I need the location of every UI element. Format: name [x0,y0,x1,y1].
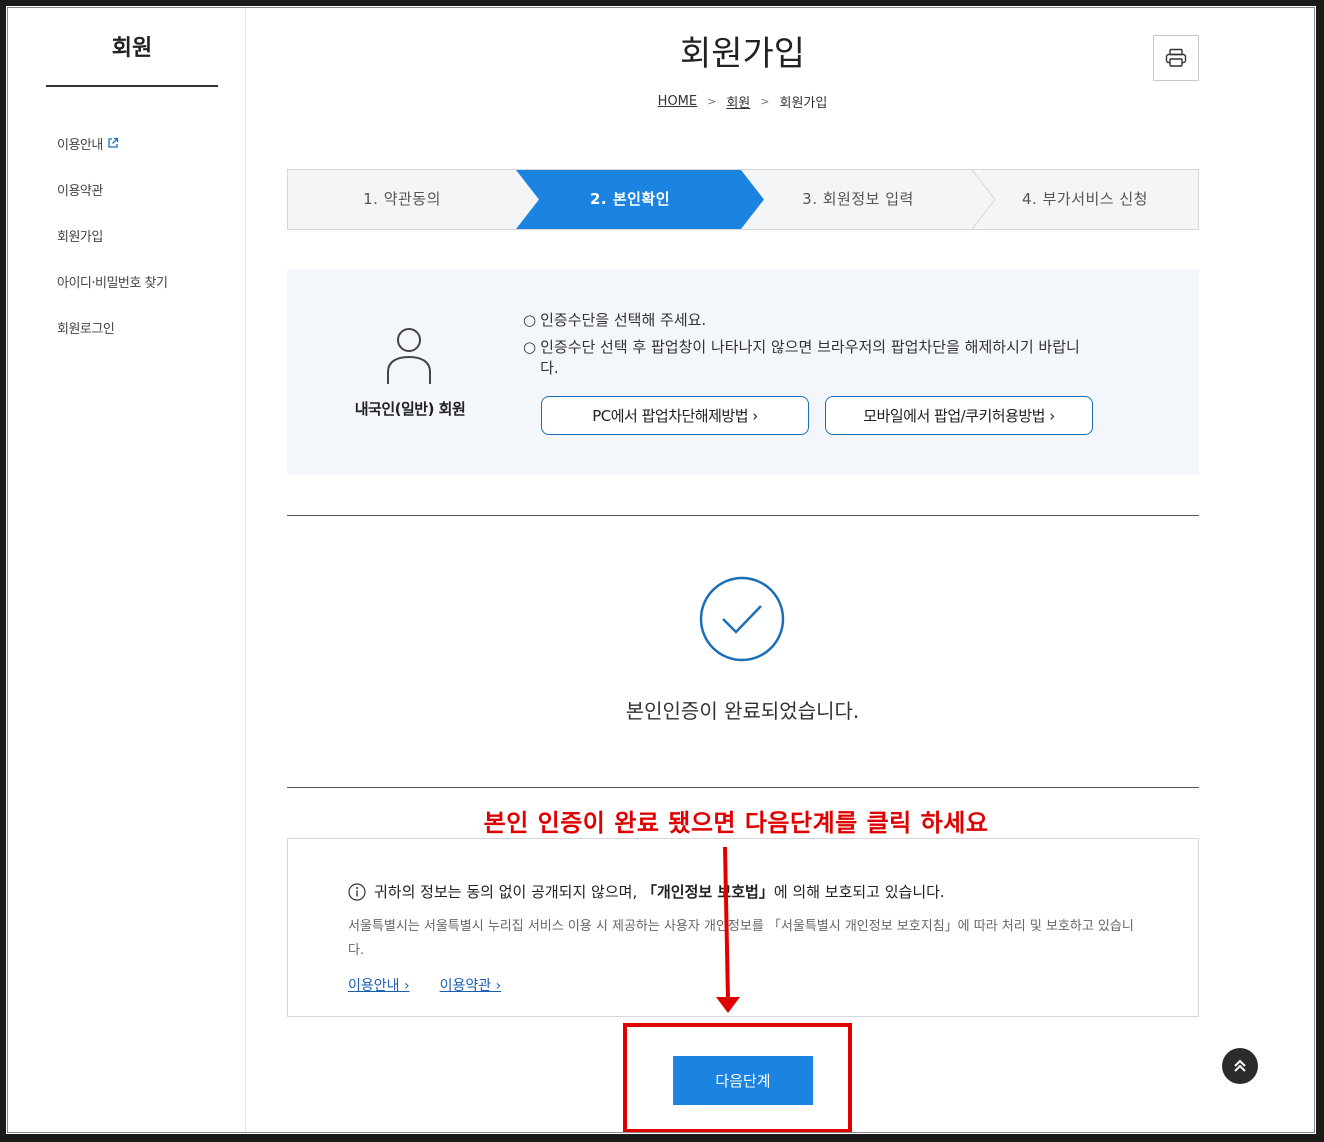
pc-popup-guide-button[interactable]: PC에서 팝업차단해제방법 › [541,396,809,435]
breadcrumb: HOME > 회원 > 회원가입 [560,92,925,111]
privacy-main-text: 귀하의 정보는 동의 없이 공개되지 않으며, 「개인정보 보호법」에 의해 보… [348,881,945,902]
step-1: 1. 약관동의 [363,190,441,208]
scroll-to-top-button[interactable] [1222,1048,1258,1084]
terms-link[interactable]: 이용약관 › [440,975,502,995]
sidebar-divider [46,85,218,87]
person-icon [387,328,431,384]
print-icon [1165,48,1187,67]
external-link-icon [108,137,118,148]
print-button[interactable] [1153,35,1199,81]
next-step-button[interactable]: 다음단계 [673,1056,813,1105]
privacy-links: 이용안내 › 이용약관 › [348,975,501,995]
sidebar-item-guide[interactable]: 이용안내 [57,120,167,166]
sidebar-item-find-account[interactable]: 아이디·비밀번호 찾기 [57,258,168,304]
sidebar-item-login[interactable]: 회원로그인 [57,304,167,350]
sidebar-item-label: 이용안내 [57,137,103,153]
sidebar-item-signup[interactable]: 회원가입 [57,212,167,258]
step-3: 3. 회원정보 입력 [802,190,914,208]
page-title: 회원가입 [679,34,806,74]
breadcrumb-member[interactable]: 회원 [726,92,750,111]
sidebar-title: 회원 [111,36,153,61]
bullet: ○ [523,311,537,329]
annotation-arrow-icon [716,846,740,1013]
breadcrumb-current: 회원가입 [779,96,828,111]
sidebar-item-terms[interactable]: 이용약관 [57,166,167,212]
verification-complete-message: 본인인증이 완료되었습니다. [625,699,860,723]
mobile-popup-guide-button[interactable]: 모바일에서 팝업/쿠키허용방법 › [825,396,1093,435]
annotation-text: 본인 인증이 완료 됐으면 다음단계를 클릭 하세요 [483,809,989,837]
sidebar-item-label: 회원가입 [57,229,103,245]
breadcrumb-home[interactable]: HOME [658,94,697,109]
privacy-main-before: 귀하의 정보는 동의 없이 공개되지 않으며, [374,883,638,901]
step-indicator: 1. 약관동의 2. 본인확인 3. 회원정보 입력 4. 부가서비스 신청 [287,169,1199,230]
member-type-label: 내국인(일반) 회원 [354,400,466,418]
step-4: 4. 부가서비스 신청 [1022,190,1148,208]
identity-verification-box: 내국인(일반) 회원 ○ 인증수단을 선택해 주세요. ○ 인증수단 선택 후 … [287,270,1199,475]
info-icon [348,882,366,901]
notice-text: 인증수단을 선택해 주세요. [540,311,707,329]
double-chevron-up-icon [1234,1059,1246,1072]
notice-text: 인증수단 선택 후 팝업창이 나타나지 않으면 브라우저의 팝업차단을 해제하시… [540,338,1080,377]
privacy-main-after: 에 의해 보호되고 있습니다. [773,883,945,901]
sidebar: 회원 이용안내 이용약관 회원가입 아이디·비밀번호 찾기 회원로그인 [8,8,246,1134]
step-2-active: 2. 본인확인 [589,190,671,208]
usage-guide-link[interactable]: 이용안내 › [348,975,410,995]
sidebar-item-label: 회원로그인 [57,321,115,337]
side-nav: 이용안내 이용약관 회원가입 아이디·비밀번호 찾기 회원로그인 [57,120,168,350]
sidebar-item-label: 아이디·비밀번호 찾기 [57,275,168,291]
divider [287,787,1199,788]
check-circle-icon [699,576,785,662]
chevron-right-icon: > [760,95,770,108]
divider [287,515,1199,516]
verification-notice: ○ 인증수단을 선택해 주세요. ○ 인증수단 선택 후 팝업창이 나타나지 않… [523,310,1083,385]
sidebar-item-label: 이용약관 [57,183,103,199]
bullet: ○ [523,338,537,356]
chevron-right-icon: > [707,95,717,108]
